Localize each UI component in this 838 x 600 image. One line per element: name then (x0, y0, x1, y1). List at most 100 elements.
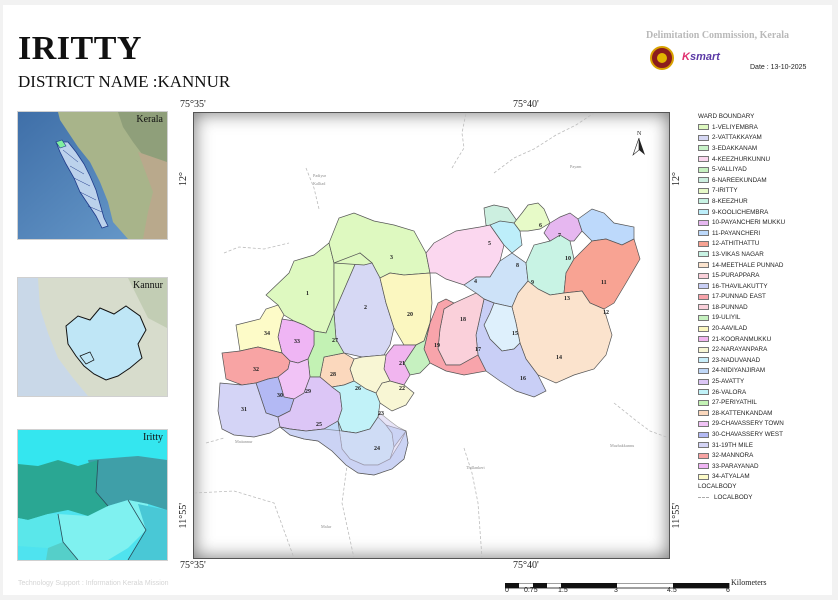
legend-heading-ward-boundary: WARD BOUNDARY (698, 113, 755, 120)
place-mattannur-label: Mattannur (235, 439, 253, 444)
legend-ward-row: 13-VIKAS NAGAR (698, 249, 785, 260)
legend-ward-label: 31-19TH MILE (712, 441, 753, 449)
svg-text:20: 20 (407, 312, 413, 318)
legend-ward-label: 32-MANNORA (712, 452, 754, 460)
svg-text:22: 22 (399, 386, 405, 392)
legend-ward-label: 22-NARAYANPARA (712, 346, 768, 354)
scale-tick-4-5: 4.5 (667, 587, 677, 594)
legend-ward-swatch (698, 293, 709, 300)
inset-map-iritty: Iritty (17, 429, 168, 561)
legend-ward-row: 1-VELIYEMBRA (698, 122, 785, 133)
legend-ward-label: 14-MEETHALE PUNNAD (712, 261, 784, 269)
legend-ward-row: 5-VALLIYAD (698, 164, 785, 175)
map-legend: WARD BOUNDARY 1-VELIYEMBRA 2-VATTAKKAYAM 3… (698, 112, 785, 503)
legend-ward-row: 14-MEETHALE PUNNAD (698, 260, 785, 271)
svg-text:24: 24 (374, 446, 380, 452)
legend-ward-row: 11-PAYANCHERI (698, 228, 785, 239)
legend-ward-swatch (698, 336, 709, 343)
north-arrow-icon: N (632, 131, 645, 156)
scale-tick-0: 0 (505, 587, 509, 594)
legend-ward-label: 26-VALORA (712, 388, 747, 396)
svg-text:26: 26 (355, 386, 361, 392)
ksmart-logo: Ksmart (682, 51, 720, 63)
legend-ward-swatch (698, 262, 709, 269)
svg-text:30: 30 (277, 393, 283, 399)
legend-ward-swatch (698, 389, 709, 396)
inset-label-iritty: Iritty (143, 432, 163, 443)
legend-ward-swatch (698, 410, 709, 417)
legend-ward-row: 8-KEEZHUR (698, 196, 785, 207)
legend-ward-swatch (698, 431, 709, 438)
svg-text:16: 16 (520, 376, 526, 382)
svg-text:13: 13 (564, 296, 570, 302)
scale-tick-0-75: 0.75 (524, 587, 538, 594)
legend-ward-label: 8-KEEZHUR (712, 197, 748, 205)
legend-ward-label: 9-KOOLICHEMBRA (712, 208, 769, 216)
svg-text:8: 8 (516, 263, 519, 269)
legend-ward-row: 9-KOOLICHEMBRA (698, 207, 785, 218)
place-kalliad-label: Kalliad (313, 181, 326, 186)
legend-ward-swatch (698, 209, 709, 216)
svg-text:1: 1 (306, 291, 309, 297)
svg-text:4: 4 (474, 279, 477, 285)
kannur-inset-graphic (18, 278, 167, 396)
date-label: Date : 13-10-2025 (750, 64, 807, 71)
scale-unit: Kilometers (731, 578, 767, 587)
legend-ward-row: 27-PERIYATHIL (698, 397, 785, 408)
legend-ward-row: 15-PURAPPARA (698, 270, 785, 281)
coord-left-lower: 11°55' (178, 503, 189, 529)
commission-name: Delimitation Commission, Kerala (646, 30, 790, 41)
legend-ward-row: 25-AVATTY (698, 376, 785, 387)
legend-ward-label: 30-CHAVASSERY WEST (712, 431, 783, 439)
legend-ward-label: 11-PAYANCHERI (712, 229, 761, 237)
legend-ward-list: 1-VELIYEMBRA 2-VATTAKKAYAM 3-EDAKKANAM 4-KE… (698, 122, 785, 482)
svg-text:32: 32 (253, 367, 259, 373)
svg-text:18: 18 (460, 317, 466, 323)
legend-ward-swatch (698, 272, 709, 279)
legend-ward-row: 4-KEEZHURKUNNU (698, 154, 785, 165)
svg-text:27: 27 (332, 338, 338, 344)
legend-ward-row: 28-KATTENKANDAM (698, 408, 785, 419)
svg-text:33: 33 (294, 339, 300, 345)
legend-ward-swatch (698, 304, 709, 311)
legend-ward-label: 18-PUNNAD (712, 303, 748, 311)
coord-left-upper: 12° (178, 172, 189, 186)
legend-ward-row: 26-VALORA (698, 387, 785, 398)
legend-ward-row: 32-MANNORA (698, 450, 785, 461)
page-title: IRITTY (18, 30, 142, 67)
legend-ward-label: 5-VALLIYAD (712, 166, 747, 174)
legend-ward-row: 33-PARAYANAD (698, 461, 785, 472)
svg-text:15: 15 (512, 331, 518, 337)
place-payam-label: Payam (570, 164, 582, 169)
legend-ward-row: 3-EDAKKANAM (698, 143, 785, 154)
coord-right-upper: 12° (671, 172, 682, 186)
svg-text:5: 5 (488, 241, 491, 247)
inset-label-kannur: Kannur (133, 280, 163, 291)
legend-ward-label: 34-ATYALAM (712, 473, 750, 481)
legend-ward-row: 6-NAREEKUNDAM (698, 175, 785, 186)
svg-text:28: 28 (330, 372, 336, 378)
legend-ward-swatch (698, 230, 709, 237)
legend-ward-label: 19-ULIYIL (712, 314, 741, 322)
scale-bar: 0 0.75 1.5 3 4.5 6 Kilometers (504, 578, 767, 596)
kerala-inset-graphic (18, 112, 167, 239)
legend-ward-swatch (698, 240, 709, 247)
legend-ward-label: 4-KEEZHURKUNNU (712, 155, 771, 163)
svg-text:9: 9 (531, 280, 534, 286)
legend-ward-label: 12-ATHITHATTU (712, 240, 760, 248)
main-map: 123 456 789 10 11 12 13 14 15 16 17 18 19 20 21 … (193, 112, 670, 559)
svg-text:3: 3 (390, 255, 393, 261)
legend-ward-row: 30-CHAVASSERY WEST (698, 429, 785, 440)
place-malur-label: Malur (321, 524, 332, 529)
legend-ward-swatch (698, 283, 709, 290)
legend-ward-row: 31-19TH MILE (698, 440, 785, 451)
legend-ward-row: 24-NIDIYANJIRAM (698, 366, 785, 377)
legend-ward-label: 21-KOORANMUKKU (712, 335, 772, 343)
legend-ward-swatch (698, 198, 709, 205)
legend-ward-label: 29-CHAVASSERY TOWN (712, 420, 784, 428)
kerala-emblem-icon (650, 46, 674, 70)
scale-tick-6: 6 (726, 587, 730, 594)
scale-tick-1-5: 1.5 (558, 587, 568, 594)
legend-ward-swatch (698, 473, 709, 480)
legend-heading-localbody: LOCALBODY (698, 483, 737, 491)
